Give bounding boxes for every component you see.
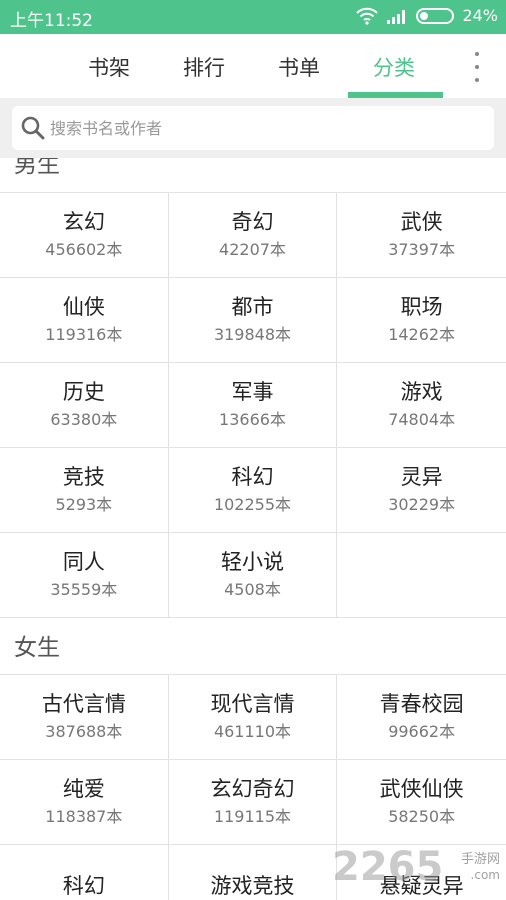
search-box[interactable] [12, 106, 494, 150]
category-row: 同人 35559本 轻小说 4508本 [0, 533, 506, 618]
category-name: 轻小说 [220, 550, 284, 574]
category-count: 14262本 [388, 325, 456, 344]
category-item[interactable]: 悬疑灵异 [337, 845, 506, 900]
category-count: 58250本 [388, 807, 456, 826]
category-name: 现代言情 [210, 692, 295, 716]
category-name: 竞技 [62, 465, 105, 489]
category-row: 玄幻 456602本 奇幻 42207本 武侠 37397本 [0, 193, 506, 278]
category-item[interactable]: 都市 319848本 [169, 278, 338, 362]
category-count: 35559本 [50, 580, 118, 599]
category-name: 仙侠 [62, 295, 105, 319]
category-name: 纯爱 [62, 777, 105, 801]
category-count: 37397本 [388, 240, 456, 259]
wifi-icon [356, 7, 379, 25]
search-input[interactable] [50, 118, 470, 138]
category-count: 456602本 [45, 240, 123, 259]
category-count: 319848本 [213, 325, 292, 344]
category-item[interactable]: 轻小说 4508本 [169, 533, 338, 617]
section-title-male: 男生 [14, 158, 60, 178]
category-count: 13666本 [219, 410, 286, 429]
category-name: 同人 [62, 550, 105, 574]
tab-bookshelf[interactable]: 书架 [88, 52, 130, 82]
category-count: 99662本 [388, 722, 456, 741]
tab-category[interactable]: 分类 [373, 52, 415, 82]
category-row: 古代言情 387688本 现代言情 461110本 青春校园 99662本 [0, 675, 506, 760]
category-item[interactable]: 科幻 [0, 845, 169, 900]
category-count: 42207本 [219, 240, 286, 259]
category-list[interactable]: 男生 玄幻 456602本 奇幻 42207本 武侠 37397本仙侠 119316本 都市 3… [0, 158, 506, 900]
category-name: 历史 [62, 380, 105, 404]
category-count: 118387本 [45, 807, 123, 826]
category-item[interactable]: 青春校园 99662本 [337, 675, 506, 759]
category-count: 119316本 [45, 325, 123, 344]
category-item[interactable]: 军事 13666本 [169, 363, 338, 447]
category-item[interactable]: 职场 14262本 [337, 278, 506, 362]
category-name: 军事 [231, 380, 274, 404]
category-item[interactable]: 古代言情 387688本 [0, 675, 169, 759]
signal-icon [387, 9, 406, 24]
category-name: 科幻 [62, 874, 105, 898]
category-row: 科幻 游戏竞技 悬疑灵异 [0, 845, 506, 900]
category-item[interactable]: 玄幻 456602本 [0, 193, 169, 277]
category-name: 玄幻 [62, 210, 105, 234]
category-count: 5293本 [55, 495, 113, 514]
category-item[interactable]: 历史 63380本 [0, 363, 169, 447]
category-row: 纯爱 118387本 玄幻奇幻 119115本 武侠仙侠 58250本 [0, 760, 506, 845]
category-count: 461110本 [213, 722, 292, 741]
category-name: 武侠仙侠 [379, 777, 464, 801]
tab-ranking[interactable]: 排行 [183, 52, 225, 82]
category-item[interactable]: 仙侠 119316本 [0, 278, 169, 362]
category-count: 63380本 [50, 410, 118, 429]
status-time: 上午11:52 [10, 11, 93, 31]
category-item[interactable]: 奇幻 42207本 [169, 193, 338, 277]
category-item[interactable]: 武侠 37397本 [337, 193, 506, 277]
category-count: 102255本 [213, 495, 292, 514]
search-icon [21, 116, 45, 140]
category-count: 4508本 [224, 580, 281, 599]
category-grid-female: 古代言情 387688本 现代言情 461110本 青春校园 99662本纯爱 118387… [0, 674, 506, 900]
category-name: 青春校园 [379, 692, 464, 716]
category-row: 仙侠 119316本 都市 319848本 职场 14262本 [0, 278, 506, 363]
battery-percent: 24% [462, 6, 498, 25]
category-item[interactable]: 武侠仙侠 58250本 [337, 760, 506, 844]
category-item[interactable]: 灵异 30229本 [337, 448, 506, 532]
status-right: 24% [356, 6, 498, 25]
category-name: 灵异 [400, 465, 443, 489]
category-name: 游戏 [400, 380, 443, 404]
status-bar: 上午11:52 24% [0, 0, 506, 34]
category-name: 武侠 [400, 210, 443, 234]
category-row: 历史 63380本 军事 13666本 游戏 74804本 [0, 363, 506, 448]
category-row: 竞技 5293本 科幻 102255本 灵异 30229本 [0, 448, 506, 533]
category-item[interactable]: 纯爱 118387本 [0, 760, 169, 844]
category-item[interactable]: 玄幻奇幻 119115本 [169, 760, 338, 844]
search-bar [0, 98, 506, 158]
category-name: 古代言情 [41, 692, 126, 716]
category-name: 科幻 [231, 465, 274, 489]
section-title-female: 女生 [14, 635, 60, 661]
tab-booklist[interactable]: 书单 [278, 52, 320, 82]
category-name: 悬疑灵异 [379, 874, 464, 898]
category-name: 玄幻奇幻 [210, 777, 295, 801]
category-name: 游戏竞技 [210, 874, 295, 898]
category-name: 都市 [231, 295, 274, 319]
category-item[interactable]: 同人 35559本 [0, 533, 169, 617]
category-name: 职场 [400, 295, 443, 319]
category-grid-male: 玄幻 456602本 奇幻 42207本 武侠 37397本仙侠 119316本 都市 3198… [0, 192, 506, 618]
category-name: 奇幻 [231, 210, 274, 234]
category-item[interactable]: 科幻 102255本 [169, 448, 338, 532]
tab-bar: 书架 排行 书单 分类 [0, 34, 506, 98]
category-count: 74804本 [388, 410, 456, 429]
more-options-icon[interactable] [472, 52, 482, 82]
category-count: 119115本 [213, 807, 292, 826]
category-count: 30229本 [388, 495, 456, 514]
category-item[interactable]: 游戏 74804本 [337, 363, 506, 447]
empty-cell [337, 533, 506, 617]
category-item[interactable]: 游戏竞技 [169, 845, 338, 900]
category-count: 387688本 [45, 722, 123, 741]
battery-icon [416, 7, 455, 24]
category-item[interactable]: 现代言情 461110本 [169, 675, 338, 759]
category-item[interactable]: 竞技 5293本 [0, 448, 169, 532]
